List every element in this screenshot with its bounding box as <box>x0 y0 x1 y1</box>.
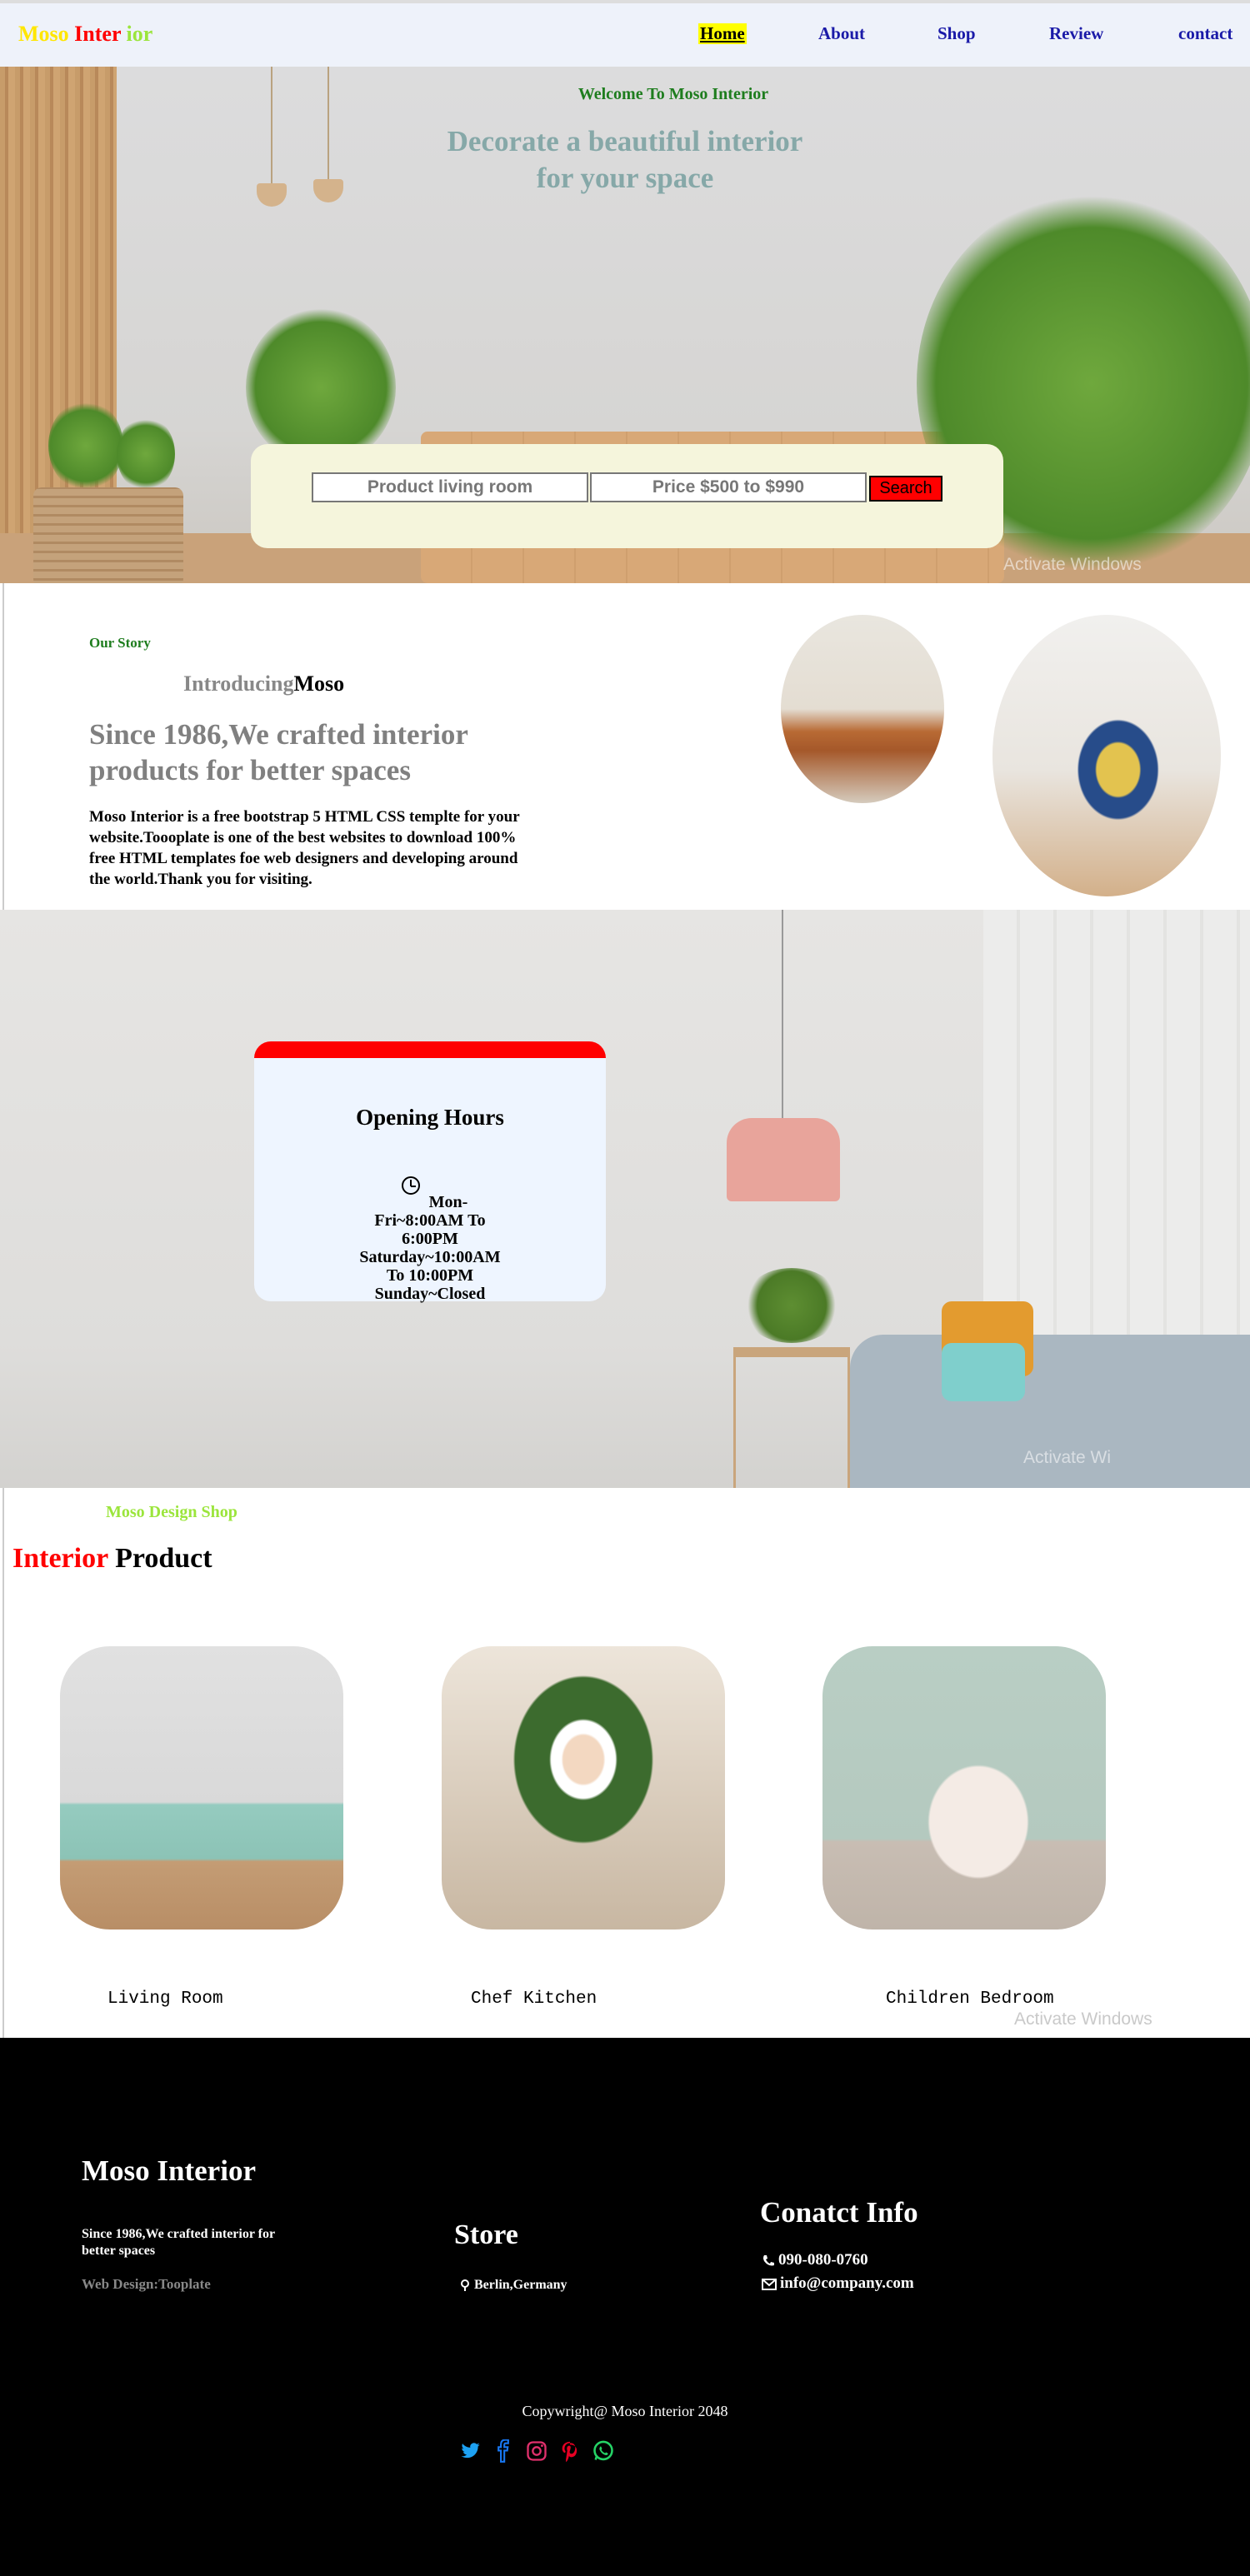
story-title: Since 1986,We crafted interior products … <box>89 718 468 786</box>
products-eyebrow: Moso Design Shop <box>106 1503 238 1521</box>
nav-link-review[interactable]: Review <box>1049 23 1103 44</box>
instagram-icon[interactable] <box>525 2439 548 2463</box>
hours-line-2: Fri~8:00AM To <box>374 1211 486 1230</box>
products-title: Interior Product <box>12 1543 212 1575</box>
nav-link-about[interactable]: About <box>818 23 865 44</box>
logo-part-3: ior <box>121 22 153 46</box>
footer-email-text[interactable]: info@company.com <box>780 2274 914 2292</box>
hours-line-5: To 10:00PM <box>386 1266 474 1285</box>
search-button[interactable]: Search <box>869 476 942 502</box>
pink-pendant-lamp-image <box>727 1118 840 1201</box>
footer-email: info@company.com <box>762 2274 914 2293</box>
products-title-accent: Interior <box>12 1543 108 1574</box>
search-panel: Search <box>251 444 1003 548</box>
footer-contact-title: Conatct Info <box>760 2196 918 2229</box>
side-table-image <box>733 1347 850 1488</box>
monstera-plant-image <box>246 308 396 467</box>
hero-headline-line-1: Decorate a beautiful interior <box>447 125 803 157</box>
teal-pillow-image <box>942 1343 1025 1401</box>
hours-line-6: Sunday~Closed <box>374 1285 486 1303</box>
family-oval-image <box>992 615 1221 896</box>
intro-word: Introducing <box>183 671 294 696</box>
nav-link-home[interactable]: Home <box>698 23 747 44</box>
footer-address-text: Berlin,Germany <box>474 2278 568 2292</box>
interior-products-section: Moso Design Shop Interior Product Living… <box>2 1488 1248 2038</box>
product-name-chef-kitchen: Chef Kitchen <box>471 1989 598 2009</box>
facebook-icon[interactable] <box>492 2439 515 2463</box>
hours-line-3: 6:00PM <box>402 1230 458 1248</box>
logo-part-1: Moso <box>18 22 75 46</box>
site-logo[interactable]: Moso Inter ior <box>18 22 152 47</box>
product-name-children-bedroom: Children Bedroom <box>886 1989 1054 2009</box>
story-intro: IntroducingMoso <box>183 671 344 696</box>
product-search-input[interactable] <box>312 472 588 502</box>
story-eyebrow: Our Story <box>89 635 151 651</box>
pendant-cord <box>782 910 783 1118</box>
opening-hours-title: Opening Hours <box>356 1105 504 1130</box>
footer-brand: Moso Interior <box>82 2154 256 2187</box>
footer-description: Since 1986,We crafted interior for bette… <box>82 2227 275 2258</box>
activate-windows-watermark-2: Activate Wi <box>1023 1448 1112 1467</box>
footer-phone-text[interactable]: 090-080-0760 <box>778 2251 868 2269</box>
children-bedroom-image[interactable] <box>822 1646 1106 1930</box>
hero-section: Welcome To Moso Interior Decorate a beau… <box>0 67 1250 583</box>
nav-link-contact[interactable]: contact <box>1178 23 1232 44</box>
pinterest-icon[interactable] <box>558 2439 582 2463</box>
footer-phone: 090-080-0760 <box>762 2251 868 2269</box>
hero-headline-line-2: for your space <box>536 162 714 194</box>
living-room-oval-image <box>781 615 944 803</box>
social-icons <box>458 2439 615 2464</box>
opening-hours-section: Opening Hours Mon- Fri~8:00AM To 6:00PM … <box>0 910 1250 1488</box>
clock-icon <box>402 1176 420 1195</box>
nav-link-shop[interactable]: Shop <box>938 23 976 44</box>
activate-windows-watermark: Activate Windows <box>1003 555 1142 574</box>
opening-hours-card: Opening Hours Mon- Fri~8:00AM To 6:00PM … <box>254 1041 606 1303</box>
story-paragraph: Moso Interior is a free bootstrap 5 HTML… <box>89 808 520 888</box>
hours-line-1: Mon- <box>428 1193 468 1211</box>
products-title-rest: Product <box>108 1543 212 1574</box>
chef-kitchen-image[interactable] <box>442 1646 725 1930</box>
hours-line-4: Saturday~10:00AM <box>359 1248 501 1266</box>
living-room-image[interactable] <box>60 1646 343 1930</box>
footer-copyright: Copywright@ Moso Interior 2048 <box>522 2403 728 2419</box>
whatsapp-icon[interactable] <box>592 2439 615 2463</box>
footer-address: Berlin,Germany <box>459 2278 568 2293</box>
top-navbar: Moso Inter ior Home About Shop Review co… <box>0 0 1250 67</box>
footer-store-title: Store <box>454 2219 518 2250</box>
price-search-input[interactable] <box>590 472 867 502</box>
footer-credit: Web Design:Tooplate <box>82 2276 211 2292</box>
small-plant-image-2 <box>117 417 175 492</box>
our-story-section: Our Story IntroducingMoso Since 1986,We … <box>2 583 1248 910</box>
envelope-icon <box>762 2278 777 2290</box>
hero-welcome: Welcome To Moso Interior <box>578 85 769 103</box>
small-plant-image <box>48 400 123 492</box>
activate-windows-watermark-3: Activate Windows <box>1014 2009 1152 2029</box>
side-table-plant-image <box>742 1268 842 1343</box>
twitter-icon[interactable] <box>458 2439 482 2463</box>
location-pin-icon <box>461 2279 469 2292</box>
phone-icon <box>763 2254 774 2266</box>
hero-headline: Decorate a beautiful interior for your s… <box>0 123 1250 197</box>
intro-brand: Moso <box>293 671 345 696</box>
wicker-basket-image <box>33 487 183 583</box>
site-footer: Moso Interior Since 1986,We crafted inte… <box>0 2038 1250 2576</box>
product-name-living-room: Living Room <box>108 1989 223 2009</box>
logo-part-2: Inter <box>74 22 122 46</box>
